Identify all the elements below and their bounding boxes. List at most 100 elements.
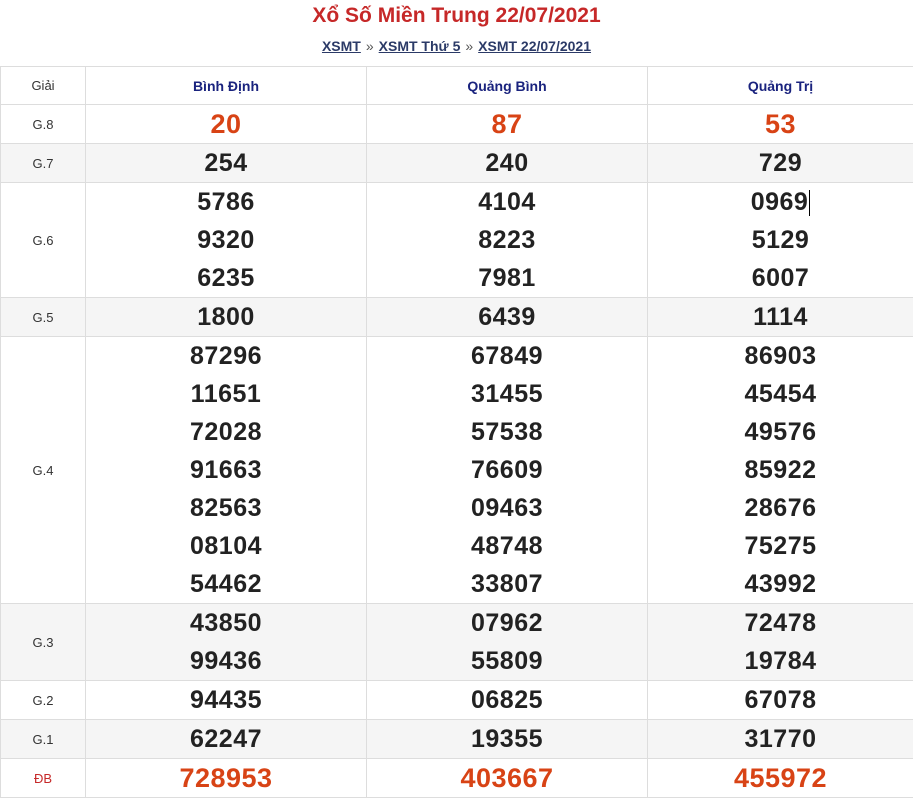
prize-number-text: 48748 xyxy=(470,532,544,560)
prize-cell: 20 xyxy=(85,104,367,144)
text-cursor xyxy=(809,190,811,217)
prize-number-text: 5129 xyxy=(751,226,810,254)
prize-number-text: 72478 xyxy=(744,609,817,637)
prize-number: 1800 xyxy=(86,298,366,336)
prize-number-text: 9320 xyxy=(197,226,255,254)
prize-number-text: 20 xyxy=(210,109,242,139)
prize-cell: 07962 55809 xyxy=(366,603,648,681)
prize-number-text: 62247 xyxy=(189,725,263,753)
prize-number: 9320 xyxy=(86,221,366,259)
prize-number: 76609 xyxy=(367,451,647,489)
prize-number-text: 1114 xyxy=(753,303,808,331)
prize-number-text: 43992 xyxy=(744,570,817,598)
prize-cell: 240 xyxy=(366,143,648,183)
prize-cell: 729 xyxy=(647,143,913,183)
prize-number: 6439 xyxy=(367,298,647,336)
prize-number: 6235 xyxy=(86,259,366,297)
prize-cell: 86903 45454 49576 85922 28676 75275 43992 xyxy=(647,336,913,604)
prize-number: 33807 xyxy=(367,565,647,603)
prize-number-text: 82563 xyxy=(189,494,263,522)
prize-number-text: 31455 xyxy=(470,380,544,408)
prize-cell: 62247 xyxy=(85,719,367,759)
prize-cell: 53 xyxy=(647,104,913,144)
prize-number: 31455 xyxy=(367,375,647,413)
prize-number-text: 403667 xyxy=(460,763,554,793)
prize-number-text: 49576 xyxy=(744,418,817,446)
prize-number-text: 09463 xyxy=(470,494,544,522)
header-province-binh-dinh[interactable]: Bình Định xyxy=(85,66,367,105)
prize-cell: 06825 xyxy=(366,680,648,720)
prize-number-text: 455972 xyxy=(733,763,828,793)
prize-number: 07962 xyxy=(367,604,647,642)
prize-number: 85922 xyxy=(648,451,913,489)
prize-number: 5129 xyxy=(648,221,913,259)
prize-cell: 94435 xyxy=(85,680,367,720)
prize-number-text: 6439 xyxy=(478,303,536,331)
prize-number: 19355 xyxy=(367,720,647,758)
prize-number-text: 6235 xyxy=(197,264,255,292)
prize-row: G.6 5786 9320 6235 4104 8223 7981 0969 5129 6007 xyxy=(0,182,913,298)
page-title: Xổ Số Miền Trung 22/07/2021 xyxy=(312,4,601,27)
breadcrumb-link-xsmt-thu5[interactable]: XSMT Thứ 5 xyxy=(379,38,461,54)
prize-cell: 67849 31455 57538 76609 09463 48748 33807 xyxy=(366,336,648,604)
prize-number: 91663 xyxy=(86,451,366,489)
prize-number-text: 240 xyxy=(485,149,529,177)
prize-row: G.2 94435 06825 67078 xyxy=(0,680,913,720)
prize-cell: 72478 19784 xyxy=(647,603,913,681)
prize-number-text: 07962 xyxy=(470,609,544,637)
prize-row: ĐB 728953 403667 455972 xyxy=(0,758,913,798)
breadcrumb-link-xsmt[interactable]: XSMT xyxy=(322,38,361,54)
breadcrumb: XSMT» XSMT Thứ 5» XSMT 22/07/2021 xyxy=(0,35,913,57)
prize-number-text: 99436 xyxy=(189,647,263,675)
prize-number: 09463 xyxy=(367,489,647,527)
prize-number: 728953 xyxy=(86,759,366,797)
prize-cell: 1800 xyxy=(85,297,367,337)
prize-number-text: 67078 xyxy=(744,686,817,714)
header-province-quang-binh[interactable]: Quảng Bình xyxy=(366,66,648,105)
prize-cell: 4104 8223 7981 xyxy=(366,182,648,298)
prize-number: 45454 xyxy=(648,375,913,413)
prize-cell: 728953 xyxy=(85,758,367,798)
prize-number: 72478 xyxy=(648,604,913,642)
prize-number-text: 33807 xyxy=(470,570,544,598)
prize-label: G.8 xyxy=(0,104,86,144)
header-province-quang-tri[interactable]: Quảng Trị xyxy=(647,66,913,105)
prize-number-text: 75275 xyxy=(744,532,817,560)
prize-number: 82563 xyxy=(86,489,366,527)
prize-number-text: 67849 xyxy=(470,342,544,370)
prize-number: 43850 xyxy=(86,604,366,642)
prize-number-text: 728953 xyxy=(179,763,273,793)
breadcrumb-separator: » xyxy=(465,38,474,54)
prize-number-text: 28676 xyxy=(744,494,817,522)
prize-cell: 43850 99436 xyxy=(85,603,367,681)
prize-number: 7981 xyxy=(367,259,647,297)
breadcrumb-link-date[interactable]: XSMT 22/07/2021 xyxy=(478,38,591,54)
prize-number: 62247 xyxy=(86,720,366,758)
prize-number-text: 8223 xyxy=(478,226,536,254)
prize-number: 53 xyxy=(648,105,913,143)
prize-number-text: 43850 xyxy=(189,609,263,637)
prize-cell: 19355 xyxy=(366,719,648,759)
prize-number: 254 xyxy=(86,144,366,182)
prize-label: G.2 xyxy=(0,680,86,720)
prize-number-text: 19784 xyxy=(744,647,817,675)
prize-number-text: 1800 xyxy=(197,303,255,331)
prize-cell: 5786 9320 6235 xyxy=(85,182,367,298)
prize-cell: 403667 xyxy=(366,758,648,798)
prize-label: G.1 xyxy=(0,719,86,759)
prize-number-text: 0969 xyxy=(750,188,809,216)
prize-number-text: 94435 xyxy=(189,686,263,714)
prize-number: 455972 xyxy=(648,759,913,797)
prize-number-text: 06825 xyxy=(470,686,544,714)
prize-number: 72028 xyxy=(86,413,366,451)
prize-number: 06825 xyxy=(367,681,647,719)
prize-label: G.5 xyxy=(0,297,86,337)
prize-row: G.8 20 87 53 xyxy=(0,104,913,144)
prize-label: G.3 xyxy=(0,603,86,681)
prize-number-text: 08104 xyxy=(189,532,263,560)
prize-cell: 455972 xyxy=(647,758,913,798)
prize-label: ĐB xyxy=(0,758,86,798)
prize-number-text: 7981 xyxy=(478,264,536,292)
prize-number: 5786 xyxy=(86,183,366,221)
prize-number: 49576 xyxy=(648,413,913,451)
